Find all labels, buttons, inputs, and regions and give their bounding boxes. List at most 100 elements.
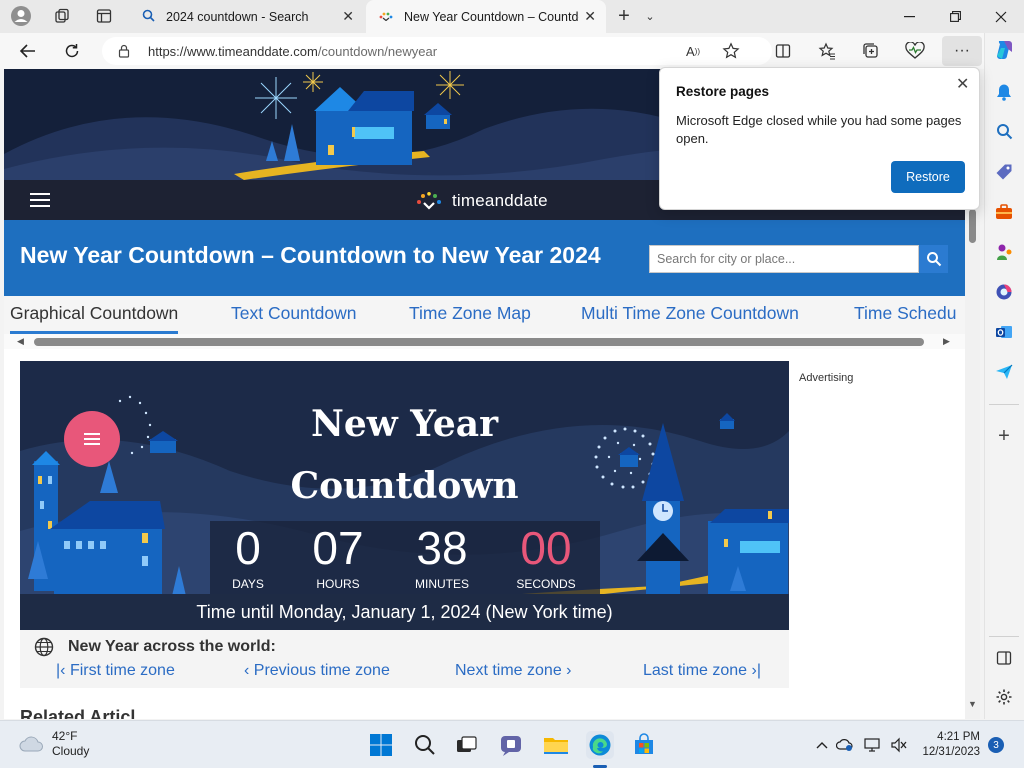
previous-time-zone-link[interactable]: ‹ Previous time zone <box>244 662 390 680</box>
address-bar[interactable]: https://www.timeanddate.com/countdown/ne… <box>102 37 772 65</box>
weather-temperature: 42°F <box>52 729 78 743</box>
copilot-icon[interactable] <box>993 39 1015 61</box>
back-icon[interactable] <box>15 39 41 63</box>
split-screen-icon[interactable] <box>772 41 794 61</box>
settings-more-icon[interactable]: ··· <box>942 36 982 66</box>
clock-date: 12/31/2023 <box>922 746 980 758</box>
tab-time-zone-map[interactable]: Time Zone Map <box>409 303 531 324</box>
tab-multi-time-zone-countdown[interactable]: Multi Time Zone Countdown <box>581 303 799 324</box>
show-hidden-icons-chevron-icon[interactable] <box>813 736 831 754</box>
city-search-box[interactable] <box>649 245 919 273</box>
tab-search[interactable]: 2024 countdown - Search ✕ <box>128 0 364 33</box>
outlook-icon[interactable] <box>993 321 1015 343</box>
last-time-zone-link[interactable]: Last time zone ›| <box>643 662 761 680</box>
minutes-value: 38 <box>416 522 468 574</box>
collections-icon[interactable] <box>860 41 882 61</box>
add-sidebar-app-icon[interactable]: + <box>993 425 1015 447</box>
refresh-icon[interactable] <box>59 39 85 63</box>
microsoft-365-icon[interactable] <box>993 281 1015 303</box>
tools-briefcase-icon[interactable] <box>993 201 1015 223</box>
task-view-icon[interactable] <box>453 731 481 759</box>
hours-label: HOURS <box>316 577 360 591</box>
search-icon <box>140 9 156 25</box>
new-tab-icon[interactable]: + <box>612 5 636 27</box>
restore-window-icon[interactable] <box>932 0 978 33</box>
scroll-down-arrow-icon[interactable]: ▼ <box>968 699 977 709</box>
tabs-horizontal-scrollbar[interactable]: ◀ ▶ <box>4 334 965 349</box>
tab-graphical-countdown[interactable]: Graphical Countdown <box>10 303 179 334</box>
close-tab-icon[interactable]: ✕ <box>584 8 596 25</box>
chevron-left-icon: ‹ <box>244 662 254 679</box>
previous-time-zone-label: Previous time zone <box>253 662 390 679</box>
microsoft-store-icon[interactable] <box>630 731 658 759</box>
time-until-text: Time until Monday, January 1, 2024 (New … <box>20 594 789 630</box>
sidebar-divider <box>989 404 1019 405</box>
site-logo[interactable]: timeanddate <box>416 191 548 211</box>
seconds-label: SECONDS <box>516 577 576 591</box>
dialog-message: Microsoft Edge closed while you had some… <box>676 113 962 146</box>
onedrive-status-icon[interactable] <box>836 736 854 754</box>
scroll-left-arrow-icon[interactable]: ◀ <box>17 336 24 347</box>
tab-title: New Year Countdown – Countdo <box>404 9 579 24</box>
favorites-icon[interactable] <box>816 41 838 61</box>
url-domain: https://www.timeanddate.com <box>148 44 318 59</box>
tab-list-chevron-icon[interactable]: ⌄ <box>638 5 662 27</box>
send-paper-plane-icon[interactable] <box>993 361 1015 383</box>
minimize-icon[interactable] <box>886 0 932 33</box>
edge-taskbar-icon[interactable] <box>586 731 614 759</box>
games-icon[interactable] <box>993 241 1015 263</box>
workspaces-icon[interactable] <box>50 5 74 27</box>
network-display-icon[interactable] <box>864 736 882 754</box>
timeanddate-icon <box>378 10 394 24</box>
tab-time-schedule[interactable]: Time Schedu <box>854 303 956 324</box>
cloud-icon <box>19 736 43 752</box>
timeanddate-logo-icon <box>417 192 441 210</box>
lock-icon[interactable] <box>118 44 130 63</box>
next-time-zone-link[interactable]: Next time zone › <box>455 662 572 680</box>
edge-sidebar: + <box>984 33 1024 719</box>
notification-count-badge[interactable]: 3 <box>988 737 1004 753</box>
new-year-world-box: New Year across the world: |‹ First time… <box>20 630 789 688</box>
read-aloud-icon[interactable]: A)) <box>682 41 704 61</box>
close-tab-icon[interactable]: ✕ <box>342 8 354 25</box>
windows-start-icon[interactable] <box>367 731 395 759</box>
hide-sidebar-icon[interactable] <box>993 647 1015 669</box>
tab-text-countdown[interactable]: Text Countdown <box>231 303 357 324</box>
city-search-input[interactable] <box>650 246 910 272</box>
favorite-star-icon[interactable] <box>720 41 742 61</box>
taskbar-clock[interactable]: 4:21 PM 12/31/2023 <box>918 730 980 760</box>
sidebar-search-icon[interactable] <box>993 120 1015 142</box>
taskbar-search-icon[interactable] <box>411 731 439 759</box>
close-dialog-icon[interactable]: ✕ <box>956 74 969 94</box>
search-icon <box>926 252 941 267</box>
windows-taskbar: 42°F Cloudy 4:21 PM 12/31/2023 3 <box>0 720 1024 768</box>
notifications-bell-icon[interactable] <box>993 81 1015 103</box>
last-time-zone-label: Last time zone <box>643 662 748 679</box>
next-time-zone-label: Next time zone <box>455 662 562 679</box>
tab-actions-icon[interactable] <box>92 5 116 27</box>
first-time-zone-link[interactable]: |‹ First time zone <box>56 662 175 680</box>
volume-muted-icon[interactable] <box>890 736 908 754</box>
profile-icon[interactable] <box>9 5 33 27</box>
scroll-right-arrow-icon[interactable]: ▶ <box>943 336 950 347</box>
site-menu-icon[interactable] <box>30 193 50 211</box>
file-explorer-icon[interactable] <box>542 731 570 759</box>
title-banner: New Year Countdown – Countdown to New Ye… <box>4 220 965 296</box>
scrollbar-thumb[interactable] <box>34 338 924 346</box>
teams-chat-icon[interactable] <box>497 731 525 759</box>
scrollbar-thumb[interactable] <box>969 209 976 243</box>
site-logo-text: timeanddate <box>452 191 548 210</box>
tab-countdown[interactable]: New Year Countdown – Countdo ✕ <box>366 0 606 33</box>
hours-value: 07 <box>312 522 364 574</box>
countdown-hours: 07 HOURS <box>294 521 382 591</box>
browser-essentials-icon[interactable] <box>904 41 926 61</box>
world-heading: New Year across the world: <box>68 638 276 655</box>
weather-widget[interactable]: 42°F Cloudy <box>18 729 89 759</box>
minutes-label: MINUTES <box>415 577 469 591</box>
close-window-icon[interactable] <box>978 0 1024 33</box>
city-search-button[interactable] <box>919 245 948 273</box>
sidebar-settings-gear-icon[interactable] <box>993 686 1015 708</box>
shopping-tag-icon[interactable] <box>993 161 1015 183</box>
restore-button[interactable]: Restore <box>891 161 965 193</box>
countdown-minutes: 38 MINUTES <box>398 521 486 591</box>
